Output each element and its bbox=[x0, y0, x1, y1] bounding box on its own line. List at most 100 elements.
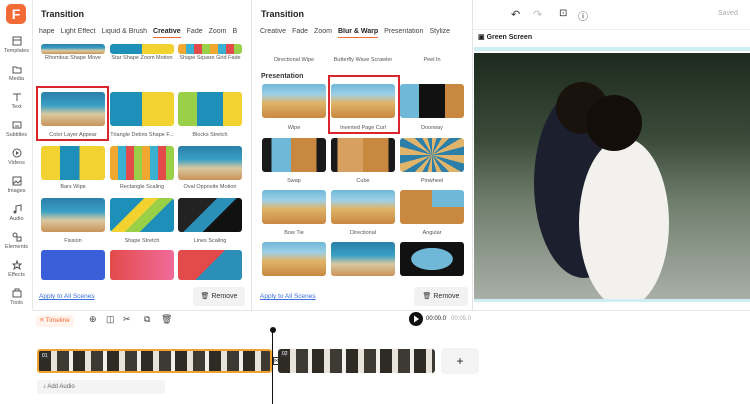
transition-thumb[interactable] bbox=[41, 44, 105, 54]
transition-label: Angular bbox=[422, 230, 442, 236]
transition-thumb[interactable] bbox=[41, 198, 105, 232]
tab-liquid-brush[interactable]: Liquid & Brush bbox=[101, 28, 147, 35]
add-audio-track[interactable]: ♪ Add Audio bbox=[37, 380, 165, 394]
transition-thumb[interactable] bbox=[110, 146, 174, 180]
panel-title: Transition bbox=[41, 9, 85, 19]
tab-b[interactable]: B bbox=[233, 28, 238, 35]
transition-label: Wipe bbox=[287, 125, 301, 131]
transition-label: Blocks Stretch bbox=[192, 132, 228, 138]
transition-thumb[interactable] bbox=[41, 146, 105, 180]
transition-thumb[interactable] bbox=[178, 198, 242, 232]
tab-shape[interactable]: hape bbox=[39, 28, 55, 35]
tab-presentation[interactable]: Presentation bbox=[384, 28, 423, 35]
transition-label: Cube bbox=[356, 178, 370, 184]
split-icon[interactable]: ◫ bbox=[106, 314, 115, 325]
transition-thumb[interactable] bbox=[331, 242, 395, 276]
transition-thumb[interactable] bbox=[400, 190, 464, 224]
apply-all-link[interactable]: Apply to All Scenes bbox=[260, 293, 316, 300]
transition-label: Shape Square Grid Fade bbox=[179, 55, 241, 61]
video-icon bbox=[12, 148, 21, 158]
transition-thumb[interactable] bbox=[331, 190, 395, 224]
transition-label: Bow Tie bbox=[284, 230, 304, 236]
top-toolbar: ↶ ↷ ⊡ ⓘ Saved bbox=[473, 0, 750, 30]
tab-fade[interactable]: Fade bbox=[292, 28, 308, 35]
transition-thumb[interactable] bbox=[178, 44, 242, 54]
music-icon bbox=[13, 204, 21, 214]
sidebar-item-subtitles[interactable]: Subtitles bbox=[0, 120, 33, 138]
transition-thumb[interactable] bbox=[262, 84, 326, 118]
transition-thumb[interactable] bbox=[178, 146, 242, 180]
play-button[interactable] bbox=[409, 312, 423, 326]
transition-thumb[interactable] bbox=[110, 44, 174, 54]
folder-icon bbox=[12, 66, 21, 74]
sidebar-item-templates[interactable]: Templates bbox=[0, 36, 33, 54]
transition-label: Butterfly Wave Scrawler bbox=[333, 57, 393, 63]
transition-label: Rhombus Shape Move bbox=[45, 55, 101, 61]
subtitles-icon bbox=[12, 121, 21, 129]
sidebar-item-elements[interactable]: Elements bbox=[0, 232, 33, 250]
trash-icon[interactable]: 🗑 bbox=[161, 314, 172, 325]
image-icon bbox=[12, 176, 21, 186]
transition-thumb[interactable] bbox=[178, 92, 242, 126]
transition-thumb[interactable] bbox=[110, 92, 174, 126]
transition-label: Shape Stretch bbox=[124, 238, 160, 244]
transition-thumb[interactable] bbox=[262, 190, 326, 224]
timeline-toggle[interactable]: ≡ Timeline bbox=[36, 315, 74, 327]
video-preview[interactable] bbox=[474, 53, 750, 308]
transition-thumb[interactable] bbox=[41, 250, 105, 280]
transition-thumb[interactable] bbox=[400, 84, 464, 118]
redo-icon[interactable]: ↷ bbox=[533, 8, 542, 21]
remove-button[interactable]: 🗑 Remove bbox=[414, 287, 468, 306]
tab-fade[interactable]: Fade bbox=[187, 28, 203, 35]
scissors-icon[interactable]: ✂ bbox=[123, 314, 131, 325]
tab-zoom[interactable]: Zoom bbox=[314, 28, 332, 35]
duplicate-icon[interactable]: ⧉ bbox=[144, 314, 150, 325]
help-icon[interactable]: ⓘ bbox=[578, 8, 588, 23]
transition-thumb[interactable] bbox=[110, 198, 174, 232]
tab-light-effect[interactable]: Light Effect bbox=[61, 28, 96, 35]
sidebar-item-tools[interactable]: Tools bbox=[0, 288, 33, 306]
transition-thumb[interactable] bbox=[400, 242, 464, 276]
add-icon[interactable]: ⊕ bbox=[89, 314, 97, 325]
transition-thumb[interactable] bbox=[331, 138, 395, 172]
transition-thumb[interactable] bbox=[110, 250, 174, 280]
remove-button[interactable]: 🗑 Remove bbox=[193, 287, 245, 306]
sidebar: F Templates Media Text Subtitles Videos … bbox=[0, 0, 33, 310]
sidebar-item-label: Subtitles bbox=[5, 132, 28, 138]
undo-icon[interactable]: ↶ bbox=[511, 8, 520, 21]
transition-thumb[interactable] bbox=[262, 138, 326, 172]
transition-label: Swap bbox=[287, 178, 301, 184]
app-logo: F bbox=[6, 4, 26, 24]
video-clip-1[interactable]: 01 bbox=[37, 349, 272, 373]
panel-title: Transition bbox=[261, 9, 305, 19]
transition-thumb[interactable] bbox=[262, 242, 326, 276]
video-clip-2[interactable]: 02 bbox=[278, 349, 435, 373]
tab-creative[interactable]: Creative bbox=[153, 28, 181, 38]
tab-stylize[interactable]: Stylize bbox=[429, 28, 450, 35]
play-icon bbox=[414, 315, 419, 323]
tab-zoom[interactable]: Zoom bbox=[209, 28, 227, 35]
sidebar-item-text[interactable]: Text bbox=[0, 92, 33, 110]
playhead-knob[interactable] bbox=[270, 327, 276, 333]
transition-thumb[interactable] bbox=[178, 250, 242, 280]
timeline-panel: ≡ Timeline ⊕ ◫ ✂ ⧉ 🗑 00:00.0 / 00:05.0 0… bbox=[33, 310, 750, 404]
sidebar-item-videos[interactable]: Videos bbox=[0, 148, 33, 166]
add-clip-button[interactable]: + bbox=[441, 348, 479, 374]
trash-icon: 🗑 bbox=[422, 293, 432, 300]
sidebar-item-images[interactable]: Images bbox=[0, 176, 33, 194]
green-screen-button[interactable]: ▣ Green Screen bbox=[478, 33, 532, 41]
sidebar-item-effects[interactable]: Effects bbox=[0, 260, 33, 278]
preview-top-border bbox=[474, 47, 750, 51]
transition-thumb[interactable] bbox=[400, 138, 464, 172]
sidebar-item-audio[interactable]: Audio bbox=[0, 204, 33, 222]
transition-label: Pinwheel bbox=[420, 178, 444, 184]
tab-bar: hape Light Effect Liquid & Brush Creative Fa… bbox=[39, 28, 249, 38]
transition-panel-blur-warp: Transition Creative Fade Zoom Blur & Warp Pr… bbox=[252, 0, 473, 310]
preview-bottom-border bbox=[474, 299, 750, 302]
focus-icon[interactable]: ⊡ bbox=[559, 8, 567, 19]
selected-highlight bbox=[328, 75, 400, 134]
tab-creative[interactable]: Creative bbox=[260, 28, 286, 35]
sidebar-item-media[interactable]: Media bbox=[0, 64, 33, 82]
tab-blur-warp[interactable]: Blur & Warp bbox=[337, 28, 379, 38]
apply-all-link[interactable]: Apply to All Scenes bbox=[39, 293, 95, 300]
